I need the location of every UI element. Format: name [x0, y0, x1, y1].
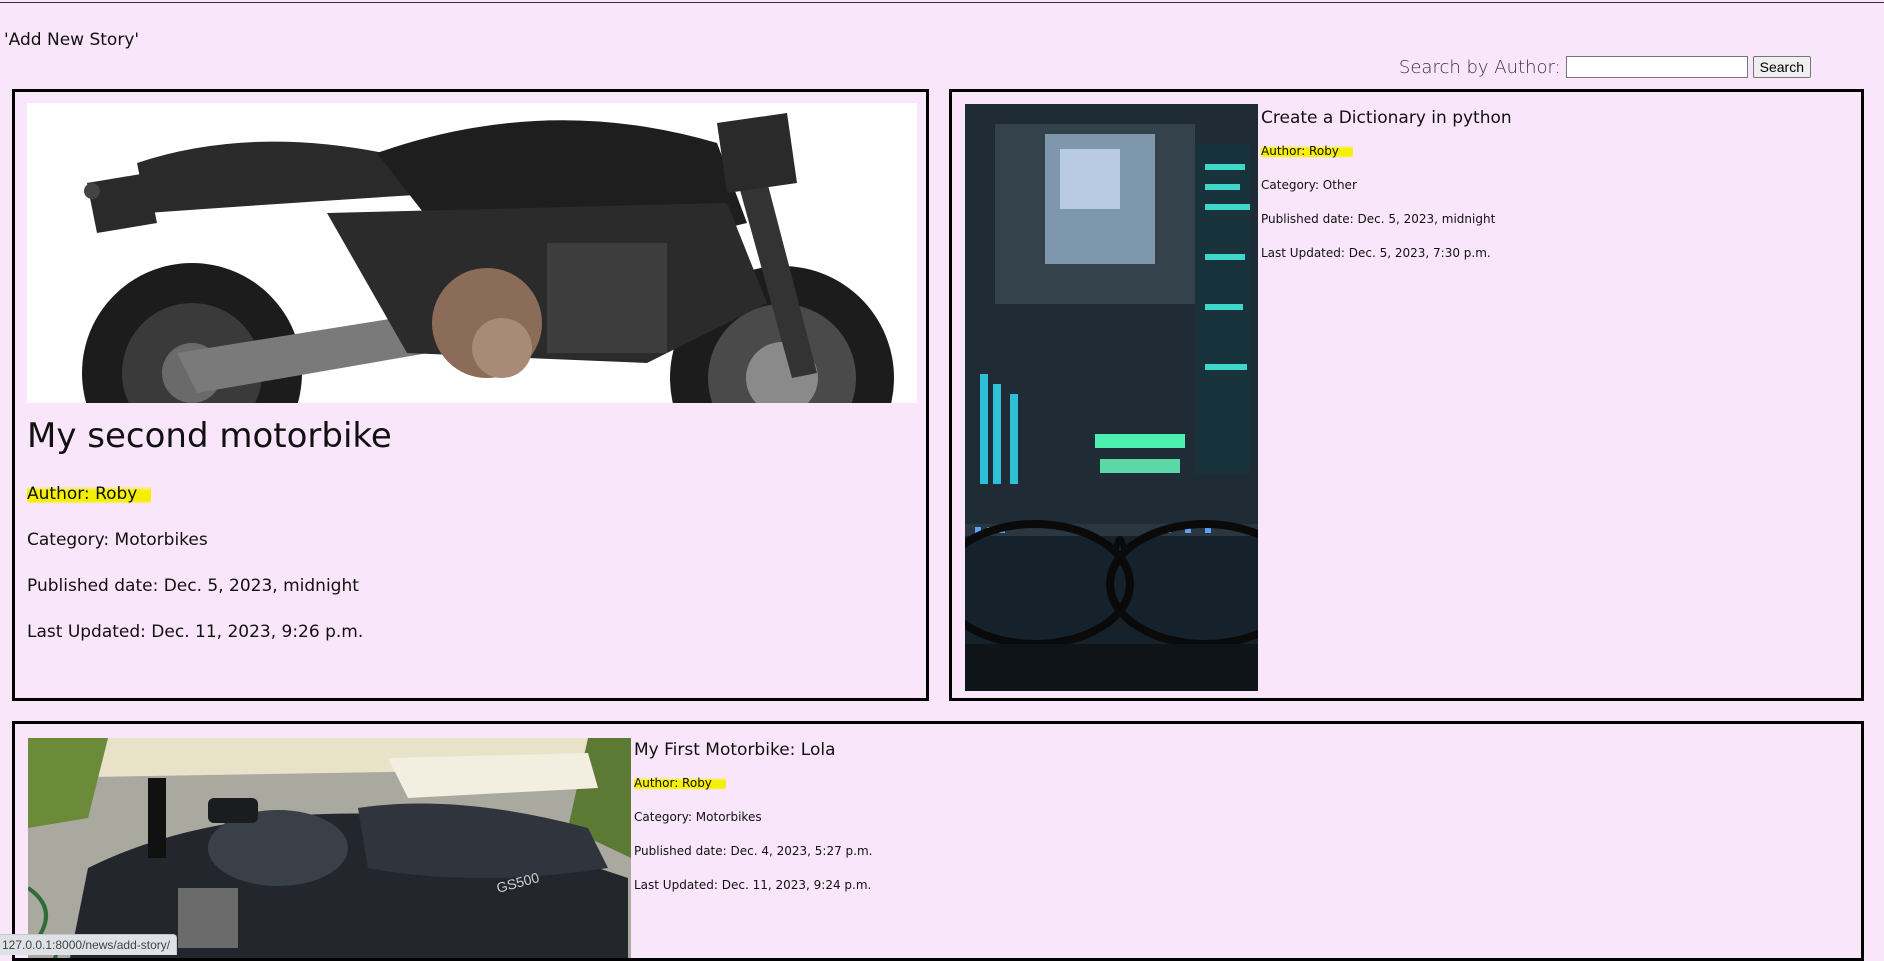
story-last-updated: Last Updated: Dec. 5, 2023, 7:30 p.m.: [1261, 244, 1512, 263]
story-title[interactable]: Create a Dictionary in python: [1261, 106, 1512, 130]
story-title[interactable]: My second motorbike: [27, 412, 392, 460]
story-title[interactable]: My First Motorbike: Lola: [634, 738, 872, 762]
author-highlight: Author: Roby: [27, 484, 151, 504]
story-published-date: Published date: Dec. 5, 2023, midnight: [27, 574, 392, 598]
story-author: Author: Roby: [1261, 142, 1512, 161]
story-card[interactable]: My second motorbike Author: Roby Categor…: [12, 89, 929, 701]
story-image: GS500: [28, 738, 631, 961]
story-card[interactable]: Create a Dictionary in python Author: Ro…: [949, 89, 1864, 701]
add-new-story-link[interactable]: 'Add New Story': [4, 30, 139, 50]
story-author: Author: Roby: [634, 774, 872, 793]
search-button[interactable]: Search: [1753, 56, 1811, 78]
author-highlight: Author: Roby: [634, 776, 726, 790]
story-info: My second motorbike Author: Roby Categor…: [27, 412, 392, 666]
search-label: Search by Author:: [1399, 57, 1561, 78]
story-last-updated: Last Updated: Dec. 11, 2023, 9:24 p.m.: [634, 876, 872, 895]
browser-status-url: 127.0.0.1:8000/news/add-story/: [0, 934, 177, 955]
story-category: Category: Motorbikes: [634, 808, 872, 827]
story-category: Category: Other: [1261, 176, 1512, 195]
search-author-input[interactable]: [1566, 56, 1748, 78]
author-highlight: Author: Roby: [1261, 144, 1353, 158]
top-divider: [0, 2, 1884, 3]
story-author: Author: Roby: [27, 482, 392, 506]
story-published-date: Published date: Dec. 5, 2023, midnight: [1261, 210, 1512, 229]
story-card[interactable]: GS500 My First Motorbike: Lola Author: R…: [12, 721, 1864, 961]
story-info: My First Motorbike: Lola Author: Roby Ca…: [634, 738, 872, 910]
story-image: [27, 103, 917, 403]
story-published-date: Published date: Dec. 4, 2023, 5:27 p.m.: [634, 842, 872, 861]
story-info: Create a Dictionary in python Author: Ro…: [1261, 106, 1512, 278]
story-image: [965, 104, 1258, 691]
search-form: Search by Author: Search: [1399, 56, 1811, 78]
story-category: Category: Motorbikes: [27, 528, 392, 552]
story-last-updated: Last Updated: Dec. 11, 2023, 9:26 p.m.: [27, 620, 392, 644]
